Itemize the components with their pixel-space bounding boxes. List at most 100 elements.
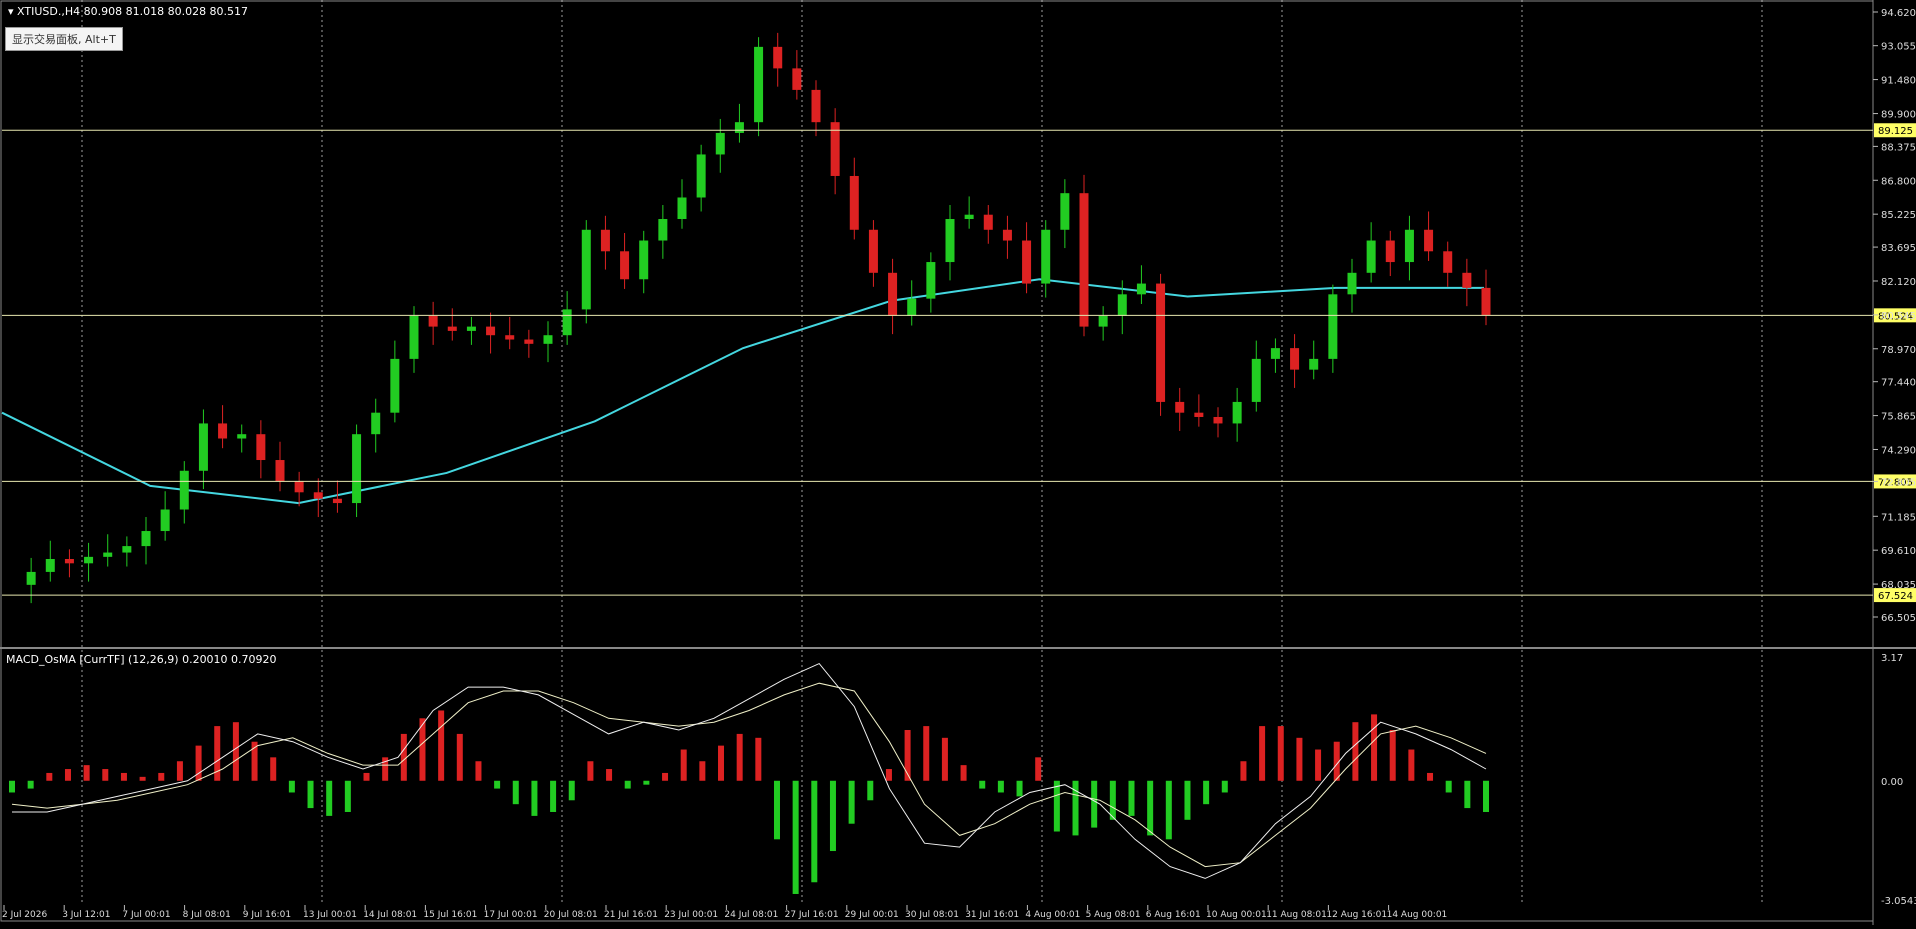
histogram-bar-negative (624, 780, 631, 789)
time-tick-label: 5 Aug 08:01 (1086, 910, 1141, 920)
price-tick-label: 83.695 (1881, 243, 1916, 254)
histogram-bar-negative (344, 780, 351, 812)
candle-bull (237, 434, 247, 439)
price-tick-label: 82.120 (1881, 277, 1916, 288)
histogram-bar-positive (587, 761, 594, 781)
time-tick-label: 6 Aug 16:01 (1146, 910, 1201, 920)
histogram-bar-negative (848, 780, 855, 824)
candle-bear (888, 272, 898, 316)
histogram-bar-negative (1016, 780, 1023, 797)
candle-bear (849, 175, 859, 230)
histogram-bar-positive (1277, 726, 1284, 781)
histogram-bar-positive (1389, 730, 1396, 781)
histogram-bar-negative (494, 780, 501, 789)
price-chart-svg[interactable]: 89.12580.52472.80567.52494.62093.05591.4… (0, 0, 1916, 925)
candle-bull (1366, 240, 1376, 273)
candle-bull (409, 315, 419, 359)
time-tick-label: 17 Jul 00:01 (484, 910, 538, 920)
price-tick-label: 88.375 (1881, 142, 1916, 153)
histogram-bar-positive (755, 737, 762, 781)
price-tick-label: 78.970 (1881, 345, 1916, 356)
time-tick-label: 9 Jul 16:01 (243, 910, 291, 920)
histogram-bar-positive (680, 749, 687, 781)
histogram-bar-negative (27, 780, 34, 789)
candle-bear (1290, 348, 1300, 370)
histogram-bar-negative (568, 780, 575, 801)
candle-bull (390, 358, 400, 413)
candle-bull (562, 309, 572, 336)
histogram-bar-negative (1053, 780, 1060, 832)
candle-bull (466, 326, 476, 331)
candle-bear (294, 481, 304, 493)
time-tick-label: 29 Jul 00:01 (845, 910, 899, 920)
candle-bull (141, 531, 151, 547)
candle-bull (1309, 358, 1319, 370)
candle-bear (1194, 412, 1204, 417)
histogram-bar-negative (643, 780, 650, 785)
candle-bear (1481, 287, 1491, 316)
chart-window[interactable]: 89.125 80.524 72.805 67.524 94.620 93.055 91.4… (0, 0, 1916, 925)
histogram-bar-negative (811, 780, 818, 883)
histogram-bar-negative (1445, 780, 1452, 793)
time-tick-label: 14 Aug 00:01 (1387, 910, 1448, 920)
candle-bull (1098, 315, 1108, 327)
histogram-bar-positive (718, 745, 725, 781)
candle-bear (811, 89, 821, 123)
time-tick-label: 15 Jul 16:01 (423, 910, 477, 920)
histogram-bar-positive (270, 757, 277, 781)
price-tick-label: 77.440 (1881, 378, 1916, 389)
candle-bear (218, 423, 228, 439)
candle-bull (964, 214, 974, 220)
candle-bear (1213, 416, 1223, 424)
candle-bull (1232, 401, 1242, 424)
candle-bull (543, 335, 553, 344)
symbol-ohlc-text: XTIUSD.,H4 80.908 81.018 80.028 80.517 (17, 5, 249, 18)
candle-bear (1002, 229, 1012, 241)
time-tick-label: 4 Aug 00:01 (1025, 910, 1080, 920)
histogram-bar-negative (1109, 780, 1116, 820)
indicator-header: MACD_OsMA [CurrTF] (12,26,9) 0.20010 0.7… (6, 653, 277, 666)
histogram-bar-negative (307, 780, 314, 809)
candle-bear (868, 229, 878, 273)
time-tick-label: 27 Jul 16:01 (785, 910, 839, 920)
histogram-bar-positive (736, 733, 743, 781)
moving-average-line (1, 278, 1484, 505)
price-tick-label: 68.035 (1881, 580, 1916, 591)
level-label-0: 89.125 (1878, 126, 1913, 137)
candle-bull (1251, 358, 1261, 402)
histogram-bar-negative (1128, 780, 1135, 816)
histogram-bar-positive (960, 765, 967, 781)
histogram-bar-positive (64, 769, 71, 781)
histogram-bar-negative (550, 780, 557, 812)
histogram-bar-positive (923, 726, 930, 781)
candle-bear (275, 460, 285, 482)
candle-bull (1404, 229, 1414, 263)
time-tick-label: 13 Jul 00:01 (303, 910, 357, 920)
candle-bear (447, 326, 457, 331)
price-tick-label: 89.900 (1881, 110, 1916, 121)
candle-bear (428, 315, 438, 327)
histogram-bar-negative (9, 780, 15, 793)
histogram-bar-negative (773, 780, 780, 840)
histogram-bar-negative (829, 780, 836, 852)
candle-bear (1462, 272, 1472, 288)
candle-bull (160, 509, 170, 532)
candle-bear (1156, 283, 1166, 402)
candle-bull (696, 154, 706, 198)
histogram-bar-positive (363, 772, 370, 781)
candle-bull (1136, 283, 1146, 295)
histogram-bar-positive (83, 765, 90, 781)
candle-bear (486, 326, 496, 336)
time-tick-label: 21 Jul 16:01 (604, 910, 658, 920)
histogram-bar-positive (1408, 749, 1415, 781)
dropdown-triangle-icon[interactable]: ▾ (8, 5, 14, 18)
candle-bull (754, 46, 764, 123)
time-tick-label: 7 Jul 00:01 (122, 910, 170, 920)
histogram-bar-negative (1464, 780, 1471, 809)
histogram-bar-positive (176, 761, 183, 781)
candle-bull (907, 298, 917, 316)
candle-bull (371, 412, 381, 435)
histogram-bar-positive (456, 733, 463, 781)
histogram-bar-positive (1240, 761, 1247, 781)
price-tick-label: 94.620 (1881, 8, 1916, 19)
